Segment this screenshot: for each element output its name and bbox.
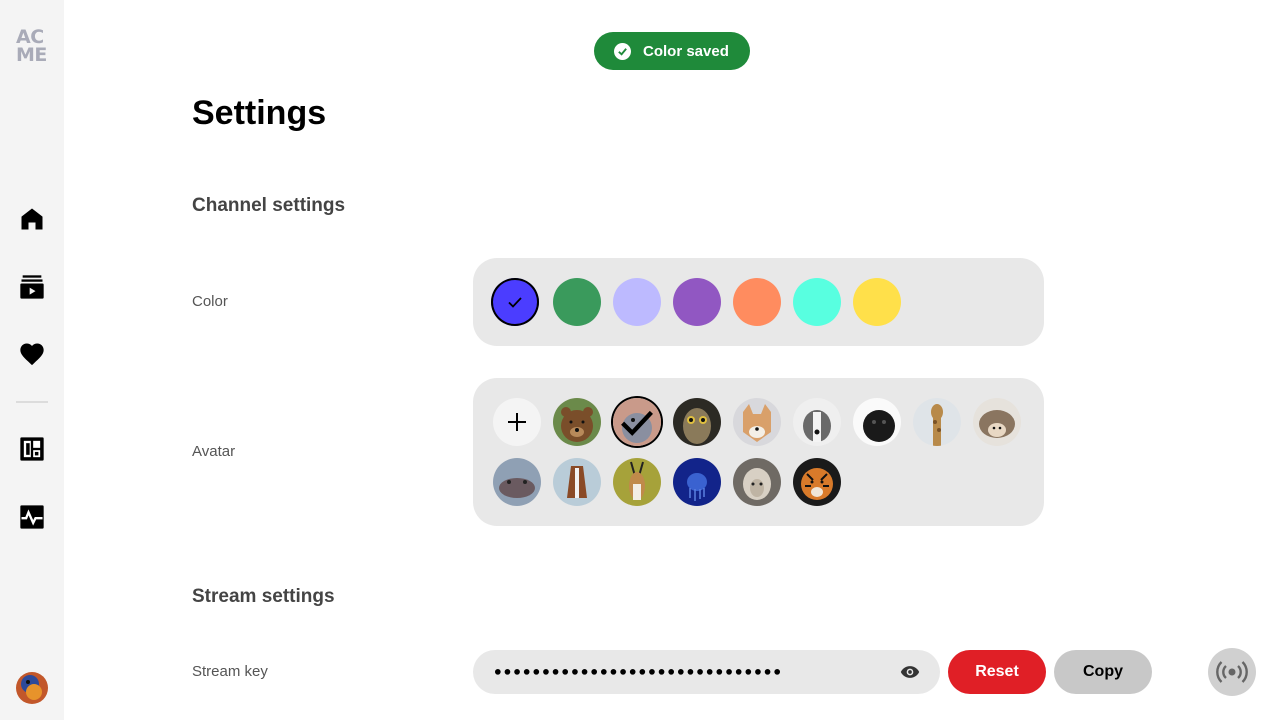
dashboard-icon <box>20 437 44 461</box>
avatar-pug[interactable] <box>853 398 901 446</box>
add-avatar-button[interactable] <box>493 398 541 446</box>
sidebar-item-activity[interactable] <box>16 501 48 533</box>
eye-icon[interactable] <box>900 663 920 681</box>
hippo-avatar-image <box>493 458 541 506</box>
avatar-tiger[interactable] <box>793 458 841 506</box>
avatar-jellyfish[interactable] <box>673 458 721 506</box>
avatar-giraffe[interactable] <box>913 398 961 446</box>
check-circle-icon <box>614 42 631 60</box>
sidebar: AC ME <box>0 0 64 720</box>
color-swatch-1[interactable] <box>491 278 539 326</box>
plus-icon <box>508 413 526 431</box>
bear-avatar-image <box>553 398 601 446</box>
color-swatch-5[interactable] <box>733 278 781 326</box>
logo-line-2: ME <box>16 44 47 66</box>
avatar-hippo[interactable] <box>493 458 541 506</box>
toast-notification: Color saved <box>594 32 750 70</box>
user-avatar[interactable] <box>16 672 48 704</box>
avatar-horse[interactable] <box>553 458 601 506</box>
stream-key-label: Stream key <box>192 663 268 680</box>
avatar-parrot[interactable] <box>613 398 661 446</box>
pitbull-avatar-image <box>793 398 841 446</box>
sidebar-item-dashboard[interactable] <box>16 433 48 465</box>
hedgehog-avatar-image <box>973 398 1021 446</box>
owl-avatar-image <box>673 398 721 446</box>
stream-key-field <box>473 650 940 694</box>
heart-icon <box>20 343 44 366</box>
antelope-avatar-image <box>613 458 661 506</box>
color-swatch-6[interactable] <box>793 278 841 326</box>
avatar-picker <box>473 378 1044 526</box>
page-title: Settings <box>192 94 327 132</box>
video-library-icon <box>20 275 44 299</box>
sidebar-item-home[interactable] <box>16 203 48 235</box>
giraffe-avatar-image <box>913 398 961 446</box>
broadcast-button[interactable] <box>1208 648 1256 696</box>
avatar-sheep[interactable] <box>733 458 781 506</box>
check-icon <box>508 297 522 308</box>
horse-avatar-image <box>553 458 601 506</box>
avatar-label: Avatar <box>192 443 236 460</box>
jellyfish-avatar-image <box>673 458 721 506</box>
color-swatch-4[interactable] <box>673 278 721 326</box>
stream-settings-heading: Stream settings <box>192 586 335 607</box>
shiba-avatar-image <box>733 398 781 446</box>
avatar-bear[interactable] <box>553 398 601 446</box>
color-swatch-2[interactable] <box>553 278 601 326</box>
user-avatar-parrot <box>16 672 48 704</box>
color-picker <box>473 258 1044 346</box>
sidebar-item-videos[interactable] <box>16 271 48 303</box>
sidebar-divider <box>16 401 48 403</box>
sidebar-item-favorites[interactable] <box>16 338 48 370</box>
avatar-hedgehog[interactable] <box>973 398 1021 446</box>
color-label: Color <box>192 293 228 310</box>
color-swatch-7[interactable] <box>853 278 901 326</box>
stream-key-input[interactable] <box>493 662 893 682</box>
copy-button[interactable]: Copy <box>1054 650 1152 694</box>
check-icon <box>613 398 661 446</box>
avatar-antelope[interactable] <box>613 458 661 506</box>
acme-logo[interactable]: AC ME <box>16 28 50 66</box>
broadcast-icon <box>1216 661 1248 683</box>
pulse-icon <box>20 505 44 529</box>
reset-button[interactable]: Reset <box>948 650 1046 694</box>
sheep-avatar-image <box>733 458 781 506</box>
channel-settings-heading: Channel settings <box>192 195 346 216</box>
toast-text: Color saved <box>643 42 729 60</box>
avatar-shiba-dog[interactable] <box>733 398 781 446</box>
avatar-owl[interactable] <box>673 398 721 446</box>
home-icon <box>21 208 43 230</box>
pug-avatar-image <box>853 398 901 446</box>
avatar-pitbull-dog[interactable] <box>793 398 841 446</box>
tiger-avatar-image <box>793 458 841 506</box>
color-swatch-3[interactable] <box>613 278 661 326</box>
